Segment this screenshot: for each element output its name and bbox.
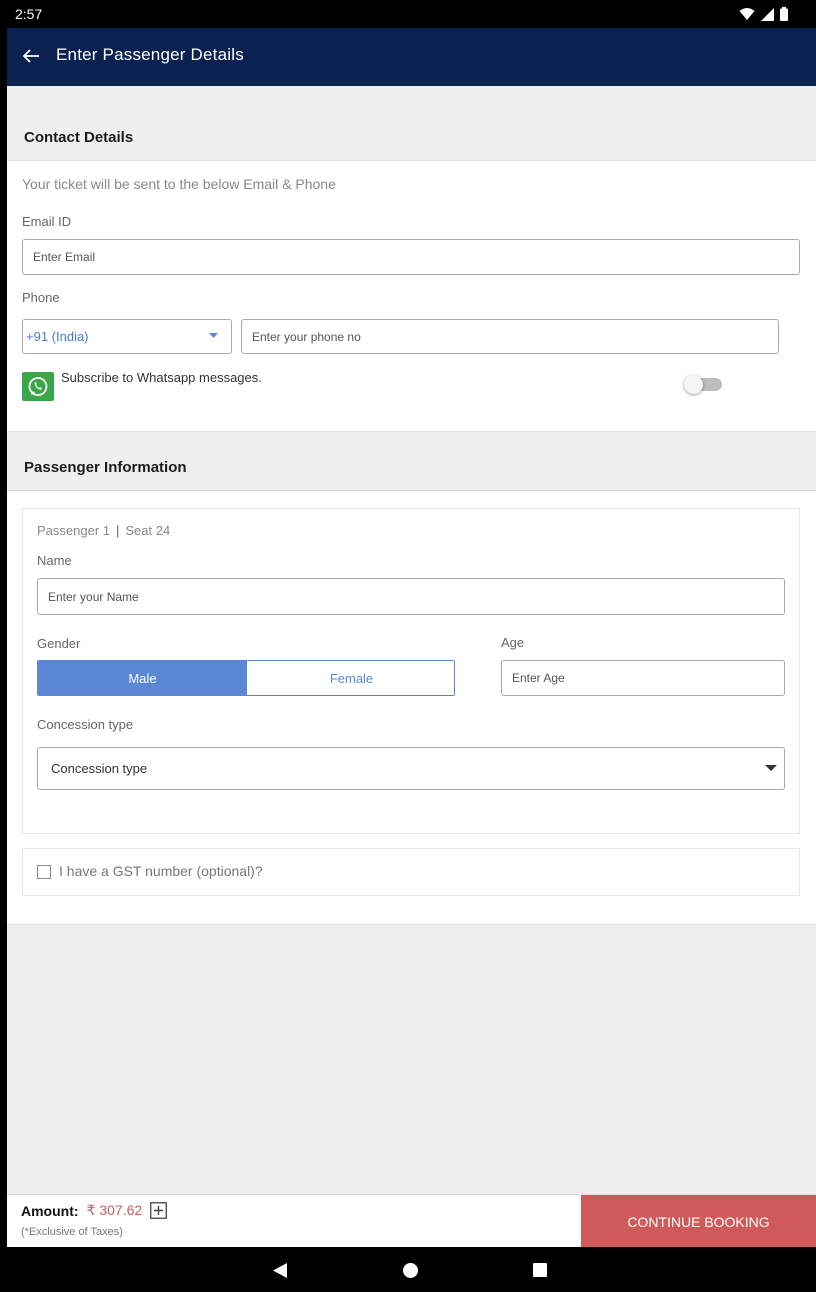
status-bar: 2:57: [0, 0, 816, 28]
battery-icon: [780, 7, 788, 21]
name-placeholder: Enter your Name: [48, 589, 139, 604]
dropdown-arrow-icon: [765, 765, 777, 771]
app-window: Enter Passenger Details Contact Details …: [7, 28, 816, 1247]
whatsapp-subscribe-label: Subscribe to Whatsapp messages.: [61, 370, 262, 385]
amount-label: Amount:: [21, 1202, 79, 1219]
contact-info-text: Your ticket will be sent to the below Em…: [22, 176, 336, 192]
gst-label: I have a GST number (optional)?: [59, 863, 263, 879]
country-code-select[interactable]: +91 (India): [22, 319, 232, 354]
seat-separator: |: [116, 523, 120, 538]
passenger-form: Passenger 1 | Seat 24 Name Enter your Na…: [22, 508, 800, 834]
email-field[interactable]: Enter Email: [22, 239, 800, 275]
gender-label: Gender: [37, 636, 81, 651]
booking-summary-bar: Amount: ₹ 307.62 (*Exclusive of Taxes) C…: [7, 1194, 816, 1247]
age-placeholder: Enter Age: [512, 671, 565, 685]
nav-recents-icon[interactable]: [533, 1263, 547, 1277]
passenger-number: Passenger 1: [37, 523, 110, 538]
amount-value: ₹ 307.62: [86, 1202, 143, 1218]
gst-option[interactable]: I have a GST number (optional)?: [22, 848, 800, 896]
gender-segmented-control: Male Female: [37, 660, 455, 696]
age-label: Age: [501, 635, 525, 650]
page-title: Enter Passenger Details: [56, 45, 244, 64]
age-field[interactable]: Enter Age: [501, 660, 785, 696]
concession-type-select[interactable]: Concession type: [37, 747, 785, 790]
status-icons: [739, 7, 788, 21]
concession-type-label: Concession type: [37, 717, 134, 732]
system-nav-bar: [0, 1247, 816, 1292]
passenger-info-card: Passenger 1 | Seat 24 Name Enter your Na…: [7, 490, 816, 925]
fare-breakup-plus-icon[interactable]: [150, 1202, 168, 1219]
phone-label: Phone: [22, 290, 60, 305]
whatsapp-icon: [22, 372, 54, 401]
tax-note: (*Exclusive of Taxes): [21, 1226, 123, 1238]
passenger-seat-info: Passenger 1 | Seat 24: [37, 523, 170, 538]
gender-male-option[interactable]: Male: [38, 661, 247, 695]
gender-female-option[interactable]: Female: [247, 661, 454, 695]
dropdown-arrow-icon: [209, 333, 218, 338]
nav-home-icon[interactable]: [403, 1263, 418, 1278]
continue-booking-button[interactable]: CONTINUE BOOKING: [581, 1195, 816, 1247]
toggle-thumb: [684, 375, 703, 394]
app-toolbar: Enter Passenger Details: [7, 28, 816, 86]
gender-male-label: Male: [128, 670, 157, 686]
whatsapp-toggle[interactable]: [684, 373, 724, 395]
contact-details-card: Your ticket will be sent to the below Em…: [7, 160, 816, 432]
status-time: 2:57: [15, 6, 43, 22]
country-code-value: +91 (India): [26, 329, 89, 344]
amount-row: Amount: ₹ 307.62: [21, 1202, 168, 1219]
email-placeholder: Enter Email: [33, 250, 96, 264]
signal-icon: [761, 7, 774, 21]
passenger-info-heading: Passenger Information: [24, 459, 187, 476]
contact-details-heading: Contact Details: [24, 129, 134, 146]
email-label: Email ID: [22, 214, 72, 229]
back-arrow-icon[interactable]: [19, 44, 43, 68]
continue-booking-label: CONTINUE BOOKING: [627, 1213, 770, 1230]
concession-type-value: Concession type: [51, 761, 148, 776]
nav-back-icon[interactable]: [273, 1263, 288, 1278]
gst-checkbox[interactable]: [37, 865, 51, 879]
phone-field[interactable]: Enter your phone no: [241, 319, 779, 354]
gender-female-label: Female: [329, 670, 374, 686]
wifi-icon: [739, 8, 755, 20]
name-field[interactable]: Enter your Name: [37, 578, 785, 615]
seat-number: Seat 24: [125, 523, 171, 538]
phone-placeholder: Enter your phone no: [252, 329, 361, 344]
name-label: Name: [37, 553, 72, 568]
